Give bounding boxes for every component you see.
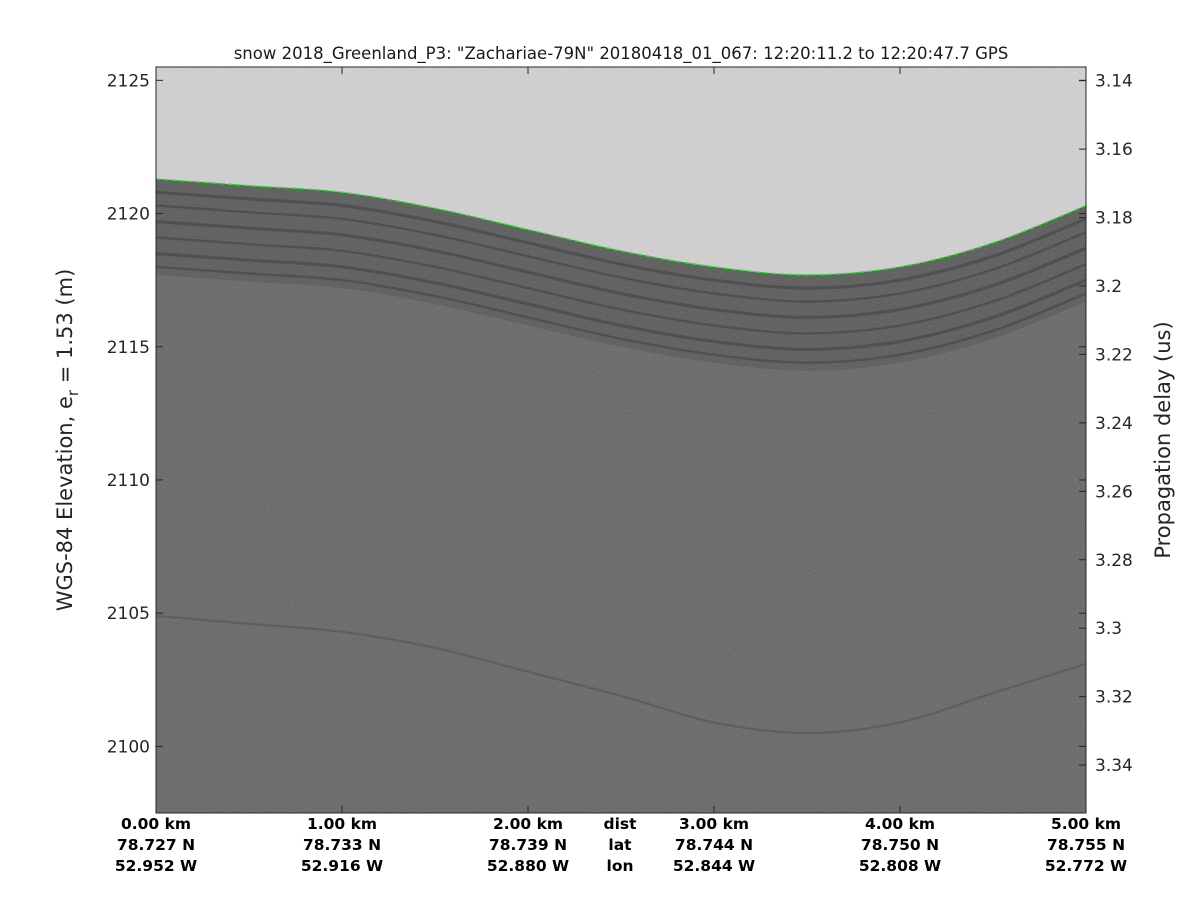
right-y-axis: 3.14 3.16 3.18 3.2 3.22 3.24 3.26 3.28 3.3 3.32 3.… [1079,72,1133,776]
position-row-name: lat [608,836,632,854]
left-tick-label: 2100 [107,737,150,757]
left-tick-label: 2125 [107,71,150,91]
left-tick-label: 2105 [107,604,150,624]
position-label: 78.750 N [861,836,939,854]
right-tick-label: 3.32 [1095,688,1133,708]
radar-echogram-figure: snow 2018_Greenland_P3: "Zachariae-79N" … [53,44,1175,875]
left-tick-label: 2110 [107,471,150,491]
right-tick-label: 3.18 [1095,209,1133,229]
position-label: 52.880 W [487,857,569,875]
right-tick-label: 3.14 [1095,72,1133,92]
right-tick-label: 3.34 [1095,756,1133,776]
position-row-name: lon [607,857,634,875]
right-tick-label: 3.24 [1095,414,1133,434]
left-tick-label: 2115 [107,338,150,358]
echogram-image [156,67,1086,813]
position-label: 0.00 km [121,815,191,833]
position-label: 1.00 km [307,815,377,833]
position-label: 78.727 N [117,836,195,854]
position-label: 78.744 N [675,836,753,854]
position-label: 5.00 km [1051,815,1121,833]
right-tick-label: 3.28 [1095,551,1133,571]
position-label: 78.739 N [489,836,567,854]
position-label: 52.952 W [115,857,197,875]
right-tick-label: 3.2 [1095,277,1122,297]
position-label: 4.00 km [865,815,935,833]
position-labels: 0.00 km 1.00 km 2.00 km 3.00 km 4.00 km 5.00 … [115,815,1127,875]
chart-title: snow 2018_Greenland_P3: "Zachariae-79N" … [234,44,1009,64]
position-label: 52.808 W [859,857,941,875]
position-label: 78.755 N [1047,836,1125,854]
right-axis-label: Propagation delay (us) [1151,321,1175,558]
position-label: 52.916 W [301,857,383,875]
position-label: 2.00 km [493,815,563,833]
noise-texture [156,67,1086,813]
position-label: 52.772 W [1045,857,1127,875]
right-tick-label: 3.26 [1095,482,1133,502]
position-label: 3.00 km [679,815,749,833]
right-tick-label: 3.22 [1095,345,1133,365]
left-tick-label: 2120 [107,205,150,225]
position-label: 52.844 W [673,857,755,875]
left-axis-label: WGS-84 Elevation, er = 1.53 (m) [53,269,82,612]
position-row-name: dist [603,815,637,833]
right-tick-label: 3.16 [1095,140,1133,160]
position-label: 78.733 N [303,836,381,854]
right-tick-label: 3.3 [1095,619,1122,639]
